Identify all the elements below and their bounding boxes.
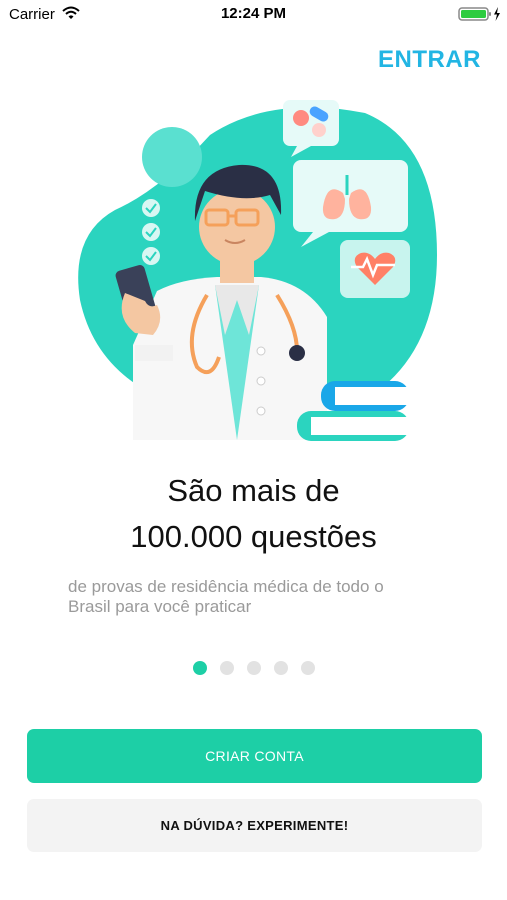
subtitle-line-1: de provas de residência médica de todo o xyxy=(68,577,384,596)
slide-headline: São mais de 100.000 questões xyxy=(0,468,507,560)
checkmark-icon xyxy=(142,199,160,265)
subtitle-line-2: Brasil para você praticar xyxy=(68,597,252,616)
heart-rate-icon xyxy=(340,240,410,298)
try-it-button[interactable]: NA DÚVIDA? EXPERIMENTE! xyxy=(27,799,482,852)
battery-icon xyxy=(458,7,500,21)
create-account-button[interactable]: CRIAR CONTA xyxy=(27,729,482,783)
headline-line-2: 100.000 questões xyxy=(130,519,377,554)
slide-subtitle: de provas de residência médica de todo o… xyxy=(68,577,458,617)
headline-line-1: São mais de xyxy=(167,473,340,508)
clock-time: 12:24 PM xyxy=(220,5,287,22)
page-indicator xyxy=(193,661,315,675)
page-dot-1[interactable] xyxy=(193,661,207,675)
page-dot-3[interactable] xyxy=(247,661,261,675)
charging-bolt-icon xyxy=(494,7,500,21)
page-dot-2[interactable] xyxy=(220,661,234,675)
doctor-illustration xyxy=(78,100,437,441)
page-dot-5[interactable] xyxy=(301,661,315,675)
page-dot-4[interactable] xyxy=(274,661,288,675)
enter-button[interactable]: ENTRAR xyxy=(378,46,481,74)
status-bar: Carrier 12:24 PM xyxy=(0,0,507,28)
